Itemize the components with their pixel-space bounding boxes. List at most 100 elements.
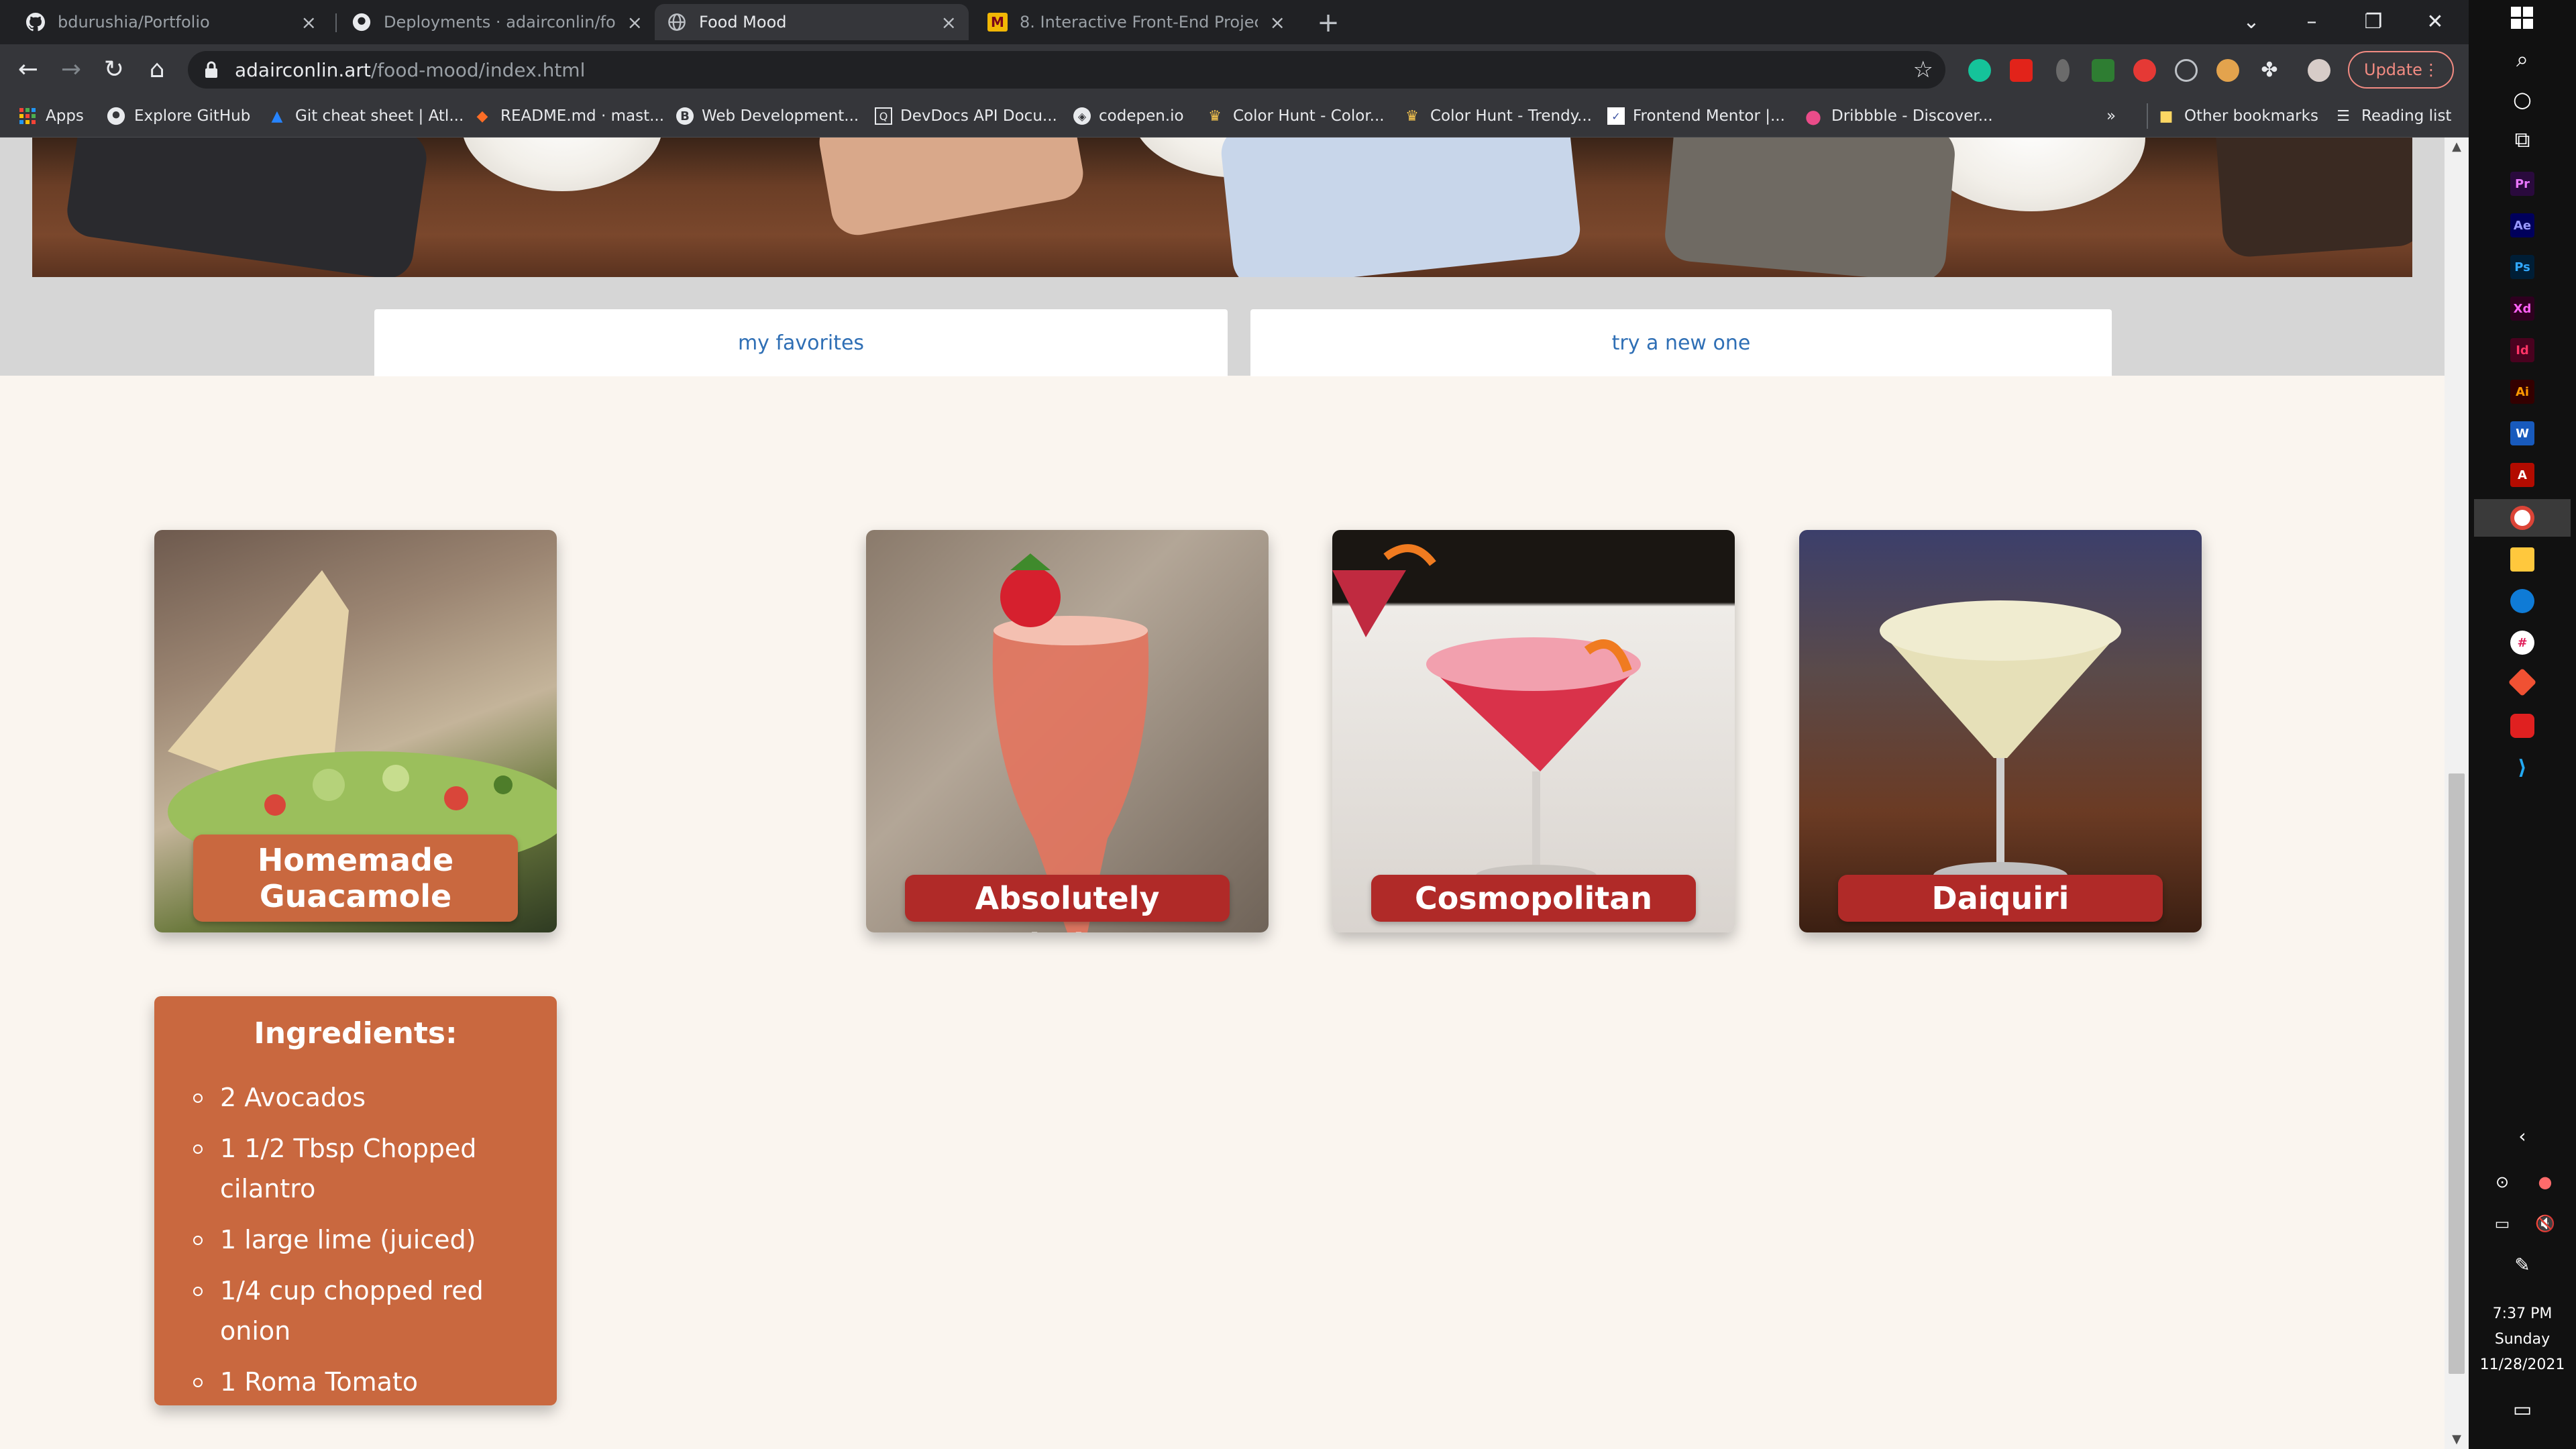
chevron-left-icon[interactable]: ‹ xyxy=(2502,1122,2542,1151)
close-window-button[interactable]: ✕ xyxy=(2415,4,2455,40)
grammarly-extension-icon[interactable] xyxy=(1968,59,1991,82)
system-clock[interactable]: 7:37 PM Sunday 11/28/2021 xyxy=(2469,1301,2576,1378)
close-icon[interactable]: × xyxy=(1270,11,1285,34)
premiere-pro-icon[interactable]: Pr xyxy=(2510,172,2534,196)
extension-record-icon[interactable] xyxy=(2133,59,2156,82)
forward-arrow-icon[interactable]: → xyxy=(55,54,87,86)
chrome-icon[interactable] xyxy=(2510,506,2534,530)
apps-grid-icon xyxy=(17,106,38,126)
indesign-icon[interactable]: Id xyxy=(2510,338,2534,362)
scrollbar-thumb[interactable] xyxy=(2449,773,2465,1374)
xd-icon[interactable]: Xd xyxy=(2510,297,2534,321)
word-icon[interactable]: W xyxy=(2510,421,2534,445)
guacamole-card[interactable]: Homemade Guacamole xyxy=(154,530,557,932)
windows-start-icon[interactable] xyxy=(2502,7,2542,36)
network-error-icon[interactable]: ● xyxy=(2525,1167,2565,1197)
ingredient-item: 1 Roma Tomato xyxy=(193,1362,537,1402)
profile-avatar[interactable] xyxy=(2308,59,2330,82)
update-button[interactable]: Update ⋮ xyxy=(2348,51,2454,89)
more-vertical-icon[interactable]: ⋮ xyxy=(2423,60,2439,79)
bookmark-label: Color Hunt - Color... xyxy=(1233,107,1385,125)
notifications-icon[interactable]: ▭ xyxy=(2502,1395,2542,1425)
bookmark-label: Web Development... xyxy=(702,107,859,125)
meet-now-icon[interactable]: ⊙ xyxy=(2482,1167,2522,1197)
bookmark-frontend-mentor[interactable]: ✓ Frontend Mentor |... xyxy=(1607,103,1785,129)
tab-deployments[interactable]: Deployments · adairconlin/food- × xyxy=(339,4,655,40)
battery-icon[interactable]: ▭ xyxy=(2482,1209,2522,1238)
folder-icon: ■ xyxy=(2159,107,2174,125)
red-app-icon[interactable] xyxy=(2510,714,2534,738)
extensions-puzzle-icon[interactable]: ✤ xyxy=(2258,59,2281,82)
ingredient-text: 2 Avocados xyxy=(220,1083,366,1112)
my-favorites-tab[interactable]: my favorites xyxy=(374,309,1228,376)
cortana-icon[interactable]: ○ xyxy=(2502,85,2542,114)
daiquiri-image xyxy=(1880,600,2121,889)
search-icon[interactable]: ⌕ xyxy=(2502,44,2542,74)
other-bookmarks-folder[interactable]: ■ Other bookmarks xyxy=(2147,103,2318,129)
ingredients-list: 2 Avocados 1 1/2 Tbsp Chopped cilantro 1… xyxy=(154,1077,557,1402)
bookmark-label: Git cheat sheet | Atl... xyxy=(295,107,464,125)
close-icon[interactable]: × xyxy=(627,11,643,34)
edge-icon[interactable] xyxy=(2510,589,2534,613)
cosmopolitan-image xyxy=(1332,544,1641,886)
scroll-down-arrow-icon[interactable]: ▼ xyxy=(2449,1432,2465,1448)
bookmark-color-hunt-1[interactable]: ♛ Color Hunt - Color... xyxy=(1205,103,1385,129)
try-new-one-tab[interactable]: try a new one xyxy=(1250,309,2112,376)
git-icon[interactable] xyxy=(2508,667,2537,697)
devdocs-icon: Q xyxy=(875,107,892,125)
after-effects-icon[interactable]: Ae xyxy=(2510,213,2534,237)
close-icon[interactable]: × xyxy=(301,11,317,34)
colorhunt-icon: ♛ xyxy=(1208,107,1222,125)
ingredient-item: 1 large lime (juiced) xyxy=(193,1220,537,1260)
bookmark-git-cheat-sheet[interactable]: ▲ Git cheat sheet | Atl... xyxy=(267,103,464,129)
browser-toolbar: ← → ↻ ⌂ adairconlin.art/food-mood/index.… xyxy=(0,44,2469,95)
extension-gear-icon[interactable] xyxy=(2216,59,2239,82)
extension-tree-icon[interactable] xyxy=(2092,59,2114,82)
bullet-icon xyxy=(193,1236,203,1245)
acrobat-icon[interactable]: A xyxy=(2510,463,2534,487)
bookmark-codepen[interactable]: ◈ codepen.io xyxy=(1073,103,1184,129)
bookmark-devdocs[interactable]: Q DevDocs API Docu... xyxy=(875,103,1057,129)
bullet-icon xyxy=(193,1378,203,1387)
minimize-button[interactable]: – xyxy=(2292,4,2332,40)
tab-interactive-project[interactable]: M 8. Interactive Front-End Project × xyxy=(975,4,1297,40)
tab-food-mood[interactable]: Food Mood × xyxy=(655,4,969,40)
volume-muted-icon[interactable]: 🔇 xyxy=(2525,1209,2565,1238)
bookmarks-overflow-button[interactable]: » xyxy=(2106,103,2116,129)
home-icon[interactable]: ⌂ xyxy=(141,54,173,86)
tab-portfolio[interactable]: bdurushia/Portfolio × xyxy=(13,4,329,40)
vscode-icon[interactable]: ⟩ xyxy=(2510,755,2534,780)
close-icon[interactable]: × xyxy=(941,11,957,34)
restore-button[interactable]: ❐ xyxy=(2353,4,2394,40)
address-bar[interactable]: adairconlin.art/food-mood/index.html ☆ xyxy=(188,51,1945,89)
extension-sync-icon[interactable] xyxy=(2175,59,2198,82)
bookmark-web-development[interactable]: B Web Development... xyxy=(676,103,859,129)
reload-icon[interactable]: ↻ xyxy=(98,54,130,86)
task-view-icon[interactable]: ⧉ xyxy=(2502,125,2542,154)
scroll-up-arrow-icon[interactable]: ▲ xyxy=(2449,139,2465,155)
reading-list-button[interactable]: ☰ Reading list xyxy=(2333,103,2451,129)
photoshop-icon[interactable]: Ps xyxy=(2510,255,2534,279)
daiquiri-card[interactable]: Daiquiri xyxy=(1799,530,2202,932)
acrobat-extension-icon[interactable] xyxy=(2010,59,2033,82)
bookmark-color-hunt-2[interactable]: ♛ Color Hunt - Trendy... xyxy=(1402,103,1592,129)
slack-icon[interactable]: # xyxy=(2510,631,2534,655)
cosmopolitan-card[interactable]: Cosmopolitan xyxy=(1332,530,1735,932)
extension-icon[interactable] xyxy=(2056,59,2070,82)
bookmark-explore-github[interactable]: Explore GitHub xyxy=(106,103,250,129)
pen-icon[interactable]: ✎ xyxy=(2502,1250,2542,1280)
bookmark-star-icon[interactable]: ☆ xyxy=(1913,56,1933,83)
tab-search-icon[interactable]: ⌄ xyxy=(2231,4,2271,40)
codepen-icon: ◈ xyxy=(1073,107,1091,125)
lock-icon[interactable] xyxy=(204,60,223,79)
bookmark-apps[interactable]: Apps xyxy=(17,103,84,129)
bookmark-readme[interactable]: ◆ README.md · mast... xyxy=(472,103,664,129)
bookmark-dribbble[interactable]: ● Dribbble - Discover... xyxy=(1803,103,1993,129)
absolutely-fabulous-card[interactable]: Absolutely Fabulous xyxy=(866,530,1269,932)
new-tab-button[interactable]: + xyxy=(1313,8,1343,38)
back-arrow-icon[interactable]: ← xyxy=(12,54,44,86)
file-explorer-icon[interactable] xyxy=(2510,547,2534,572)
illustrator-icon[interactable]: Ai xyxy=(2510,380,2534,404)
url-path: /food-mood/index.html xyxy=(370,58,586,81)
ingredient-item: 1/4 cup chopped red onion xyxy=(193,1271,537,1351)
